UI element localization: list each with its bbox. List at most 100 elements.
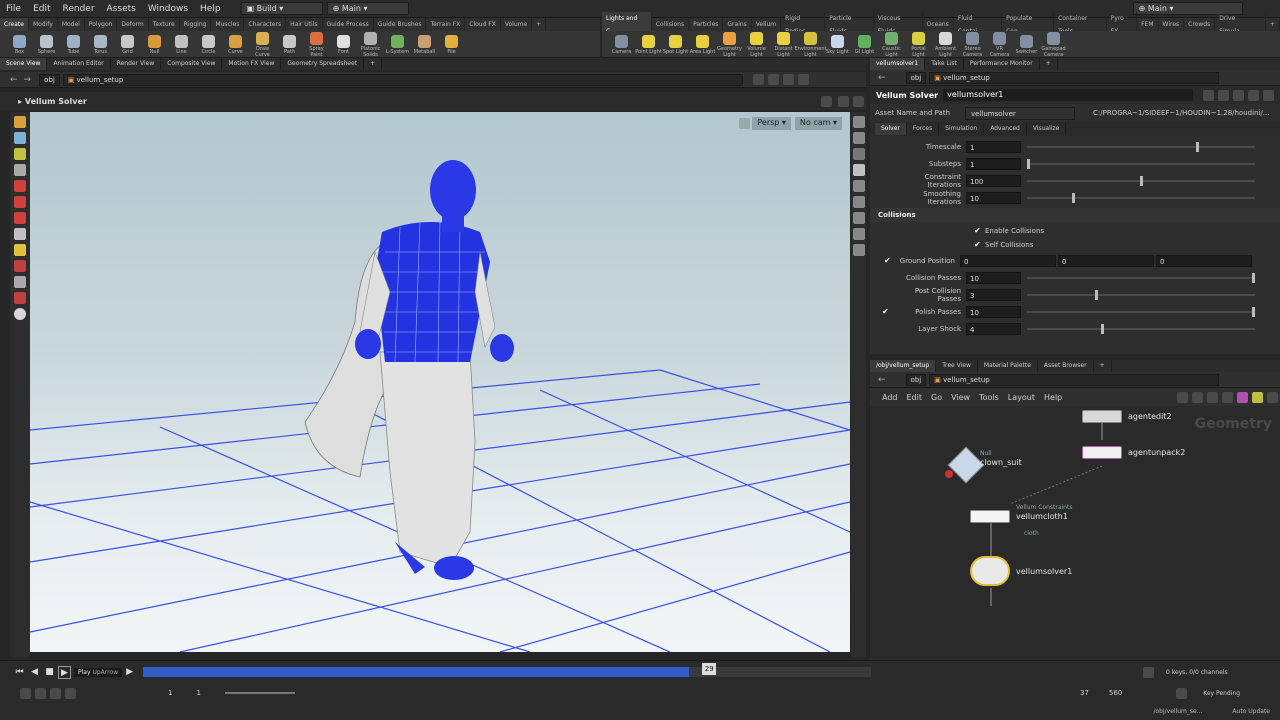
slider-knob[interactable] (1094, 289, 1098, 300)
shelf-tool-point-light[interactable]: Point Light (635, 33, 662, 55)
slider-knob[interactable] (1072, 192, 1075, 203)
select-tool-icon[interactable] (14, 116, 26, 128)
3d-viewport[interactable]: Persp ▾ No cam ▾ (30, 112, 850, 652)
shelf-tool-metaball[interactable]: Metaball (411, 33, 438, 55)
tab-composite-view[interactable]: Composite View (161, 58, 223, 70)
shelf-tool-line[interactable]: Line (168, 33, 195, 55)
shelf-tool-null[interactable]: Null (141, 33, 168, 55)
search-icon[interactable] (1233, 89, 1245, 101)
shelf-tool-curve[interactable]: Curve (222, 33, 249, 55)
param-slider-smoothing-iterations[interactable] (1027, 192, 1255, 204)
shelf-tool-sphere[interactable]: Sphere (33, 33, 60, 55)
param-field-timescale[interactable]: 1 (966, 140, 1021, 153)
params-path-obj[interactable]: obj (905, 71, 927, 84)
snapshot-key-icon[interactable] (50, 687, 61, 699)
network-palette-icon[interactable] (1237, 391, 1248, 403)
add-tab-icon[interactable]: + (1040, 58, 1058, 70)
subtab-visualize[interactable]: Visualize (1027, 123, 1067, 135)
hda-icon[interactable] (1218, 89, 1230, 101)
ground-y-field[interactable]: 0 (1058, 254, 1154, 267)
shelf-tab-texture[interactable]: Texture (149, 18, 180, 31)
add-tab-icon[interactable]: + (1094, 360, 1112, 372)
node-clown-suit[interactable] (945, 446, 985, 484)
back-arrow-icon[interactable]: ← (878, 73, 886, 83)
tab-animation-editor[interactable]: Animation Editor (47, 58, 111, 70)
shelf-tool-volume-light[interactable]: Volume Light (743, 30, 770, 58)
network-menu-view[interactable]: View (951, 393, 970, 402)
realtime-toggle-icon[interactable] (20, 687, 31, 699)
shelf-tab-fem[interactable]: FEM (1137, 18, 1159, 31)
range-end-frame[interactable]: 37 (1080, 689, 1089, 697)
path-obj[interactable]: obj (39, 73, 60, 86)
network-menu-add[interactable]: Add (882, 393, 898, 402)
shelf-tool-l-system[interactable]: L-System (384, 33, 411, 55)
shelf-tool-caustic-light[interactable]: Caustic Light (878, 30, 905, 58)
menu-assets[interactable]: Assets (101, 0, 142, 18)
shelf-tool-grid[interactable]: Grid (114, 33, 141, 55)
step-forward-icon[interactable]: ▶ (123, 666, 136, 679)
end-frame[interactable]: 560 (1109, 689, 1122, 697)
play-button[interactable]: ▶ (58, 665, 71, 679)
rotate-tool-icon[interactable] (14, 196, 26, 208)
shelf-tool-vr-camera[interactable]: VR Camera (986, 30, 1013, 58)
param-slider-polish-passes[interactable] (1027, 306, 1255, 318)
shelf-tool-portal-light[interactable]: Portal Light (905, 30, 932, 58)
point-display-icon[interactable] (852, 180, 865, 192)
network-editor[interactable]: Geometry agentedit2 agentunpack2 Null cl… (870, 406, 1280, 654)
param-slider-constraint-iterations[interactable] (1027, 175, 1255, 187)
uv-display-icon[interactable] (852, 212, 865, 224)
shelf-tool-stereo-camera[interactable]: Stereo Camera (959, 30, 986, 58)
shelf-tool-draw-curve[interactable]: Draw Curve (249, 30, 276, 58)
network-path-node[interactable]: ▣ vellum_setup (929, 373, 1220, 386)
snapshot-icon[interactable] (852, 244, 865, 256)
lock-icon[interactable] (852, 132, 865, 144)
shelf-tab-volume[interactable]: Volume (501, 18, 533, 31)
shelf-tool-torus[interactable]: Torus (87, 33, 114, 55)
forward-arrow-icon[interactable]: → (24, 75, 32, 85)
shelf-tool-gamepad-camera[interactable]: Gamepad Camera (1040, 30, 1067, 58)
network-tool-icon[interactable] (1177, 391, 1188, 403)
shelf-tool-sky-light[interactable]: Sky Light (824, 33, 851, 55)
record-tool-icon[interactable] (14, 292, 26, 304)
slider-knob[interactable] (1252, 272, 1255, 283)
slider-knob[interactable] (1139, 175, 1143, 186)
network-menu-layout[interactable]: Layout (1008, 393, 1035, 402)
shelf-tab-crowds[interactable]: Crowds (1184, 18, 1216, 31)
info-icon[interactable] (1248, 89, 1260, 101)
network-grid-icon[interactable] (1192, 391, 1203, 403)
slider-knob[interactable] (1252, 306, 1255, 317)
shelf-tab-wires[interactable]: Wires (1159, 18, 1185, 31)
paint-tool-icon[interactable] (14, 228, 26, 240)
tab-performance-monitor[interactable]: Performance Monitor (964, 58, 1040, 70)
scale-tool-icon[interactable] (14, 212, 26, 224)
add-shelf-tab-icon[interactable]: + (532, 18, 547, 31)
tab-scene-view[interactable]: Scene View (0, 58, 48, 70)
ghost-icon[interactable] (852, 164, 865, 176)
param-check-polish-passes[interactable]: ✔ (882, 307, 896, 316)
path-node[interactable]: ▣ vellum_setup (62, 73, 743, 86)
shelf-tool-distant-light[interactable]: Distant Light (770, 30, 797, 58)
shelf-tab-terrain-fx[interactable]: Terrain FX (426, 18, 466, 31)
param-field-smoothing-iterations[interactable]: 10 (966, 191, 1021, 204)
collisions-header[interactable]: Collisions (870, 208, 1280, 222)
current-frame-marker[interactable]: 29 (702, 663, 717, 675)
shelf-tab-cloud-fx[interactable]: Cloud FX (465, 18, 501, 31)
stop-icon[interactable]: ■ (43, 666, 56, 679)
self-collisions-checkbox[interactable]: ✔ (974, 241, 982, 249)
shelf-tool-ambient-light[interactable]: Ambient Light (932, 30, 959, 58)
param-field-post-collision-passes[interactable]: 3 (966, 288, 1021, 301)
tab-geometry-spreadsheet[interactable]: Geometry Spreadsheet (281, 58, 364, 70)
shelf-tab-rigging[interactable]: Rigging (180, 18, 212, 31)
ground-z-field[interactable]: 0 (1156, 254, 1252, 267)
ground-position-toggle[interactable]: ✔ (884, 256, 892, 265)
view-tool-icon[interactable] (14, 132, 26, 144)
slider-knob[interactable] (1027, 158, 1030, 169)
wireframe-icon[interactable] (852, 228, 865, 240)
pin-icon[interactable] (752, 74, 764, 85)
param-slider-timescale[interactable] (1027, 141, 1255, 153)
shelf-tool-path[interactable]: Path (276, 33, 303, 55)
asset-name-dropdown[interactable]: vellumsolver (965, 106, 1075, 120)
shelf-tool-file[interactable]: File (438, 33, 465, 55)
shelf-tab-collisions[interactable]: Collisions (652, 18, 690, 31)
shelf-tab-create[interactable]: Create (0, 18, 29, 31)
